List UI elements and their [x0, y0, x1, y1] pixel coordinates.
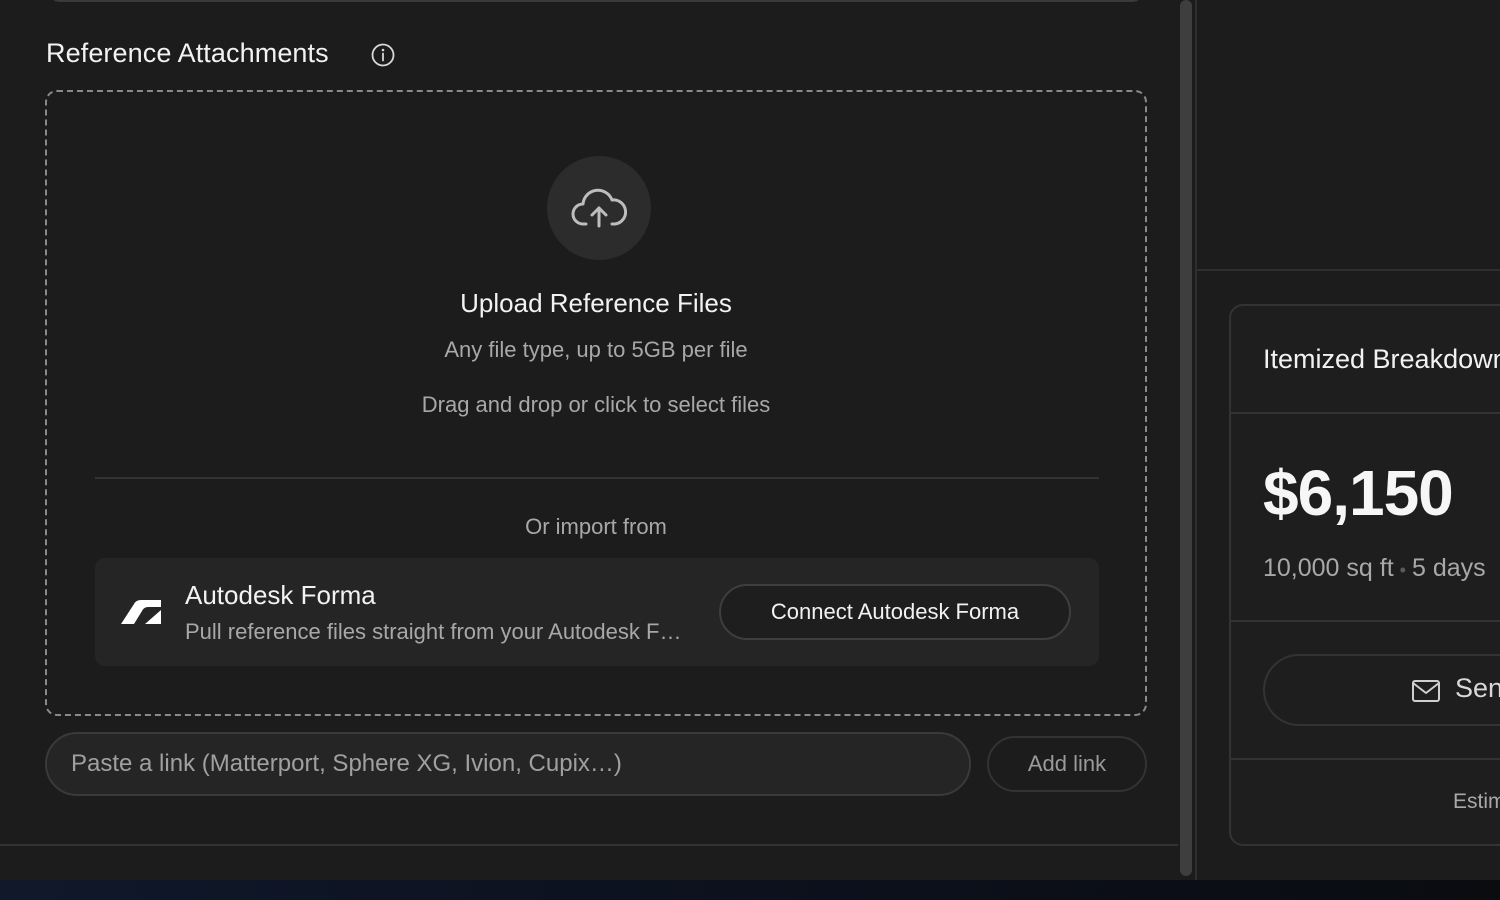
import-label: Or import from: [525, 514, 667, 539]
desktop-background: [0, 880, 1500, 900]
send-button[interactable]: Send: [1263, 654, 1500, 726]
send-label: Send: [1455, 673, 1500, 703]
upload-dropzone[interactable]: Upload Reference Files Any file type, up…: [45, 90, 1147, 716]
upload-subtitle: Any file type, up to 5GB per file: [444, 337, 748, 362]
integration-description: Pull reference files straight from your …: [185, 619, 691, 644]
previous-field-edge: [48, 0, 1144, 2]
total-price: $6,150: [1263, 457, 1454, 529]
estimate-label: Estimate: [1453, 790, 1500, 813]
cloud-upload-icon: [571, 188, 627, 228]
estimate-meta: 10,000 sq ft • 5 days: [1263, 554, 1486, 583]
attachments-panel: Reference Attachments Upload Reference F…: [0, 0, 1180, 880]
summary-panel: Itemized Breakdown $6,150 10,000 sq ft • 5…: [1197, 0, 1500, 880]
divider: [95, 477, 1099, 479]
integration-name: Autodesk Forma: [185, 580, 376, 610]
itemized-breakdown-card: Itemized Breakdown $6,150 10,000 sq ft • 5…: [1229, 304, 1500, 846]
app-window: Reference Attachments Upload Reference F…: [0, 0, 1500, 880]
upload-title: Upload Reference Files: [460, 288, 732, 318]
section-title: Reference Attachments: [46, 38, 329, 68]
link-input[interactable]: [45, 732, 971, 796]
card-divider: [1231, 412, 1500, 414]
add-link-button[interactable]: Add link: [987, 736, 1147, 792]
panel-bottom-border: [0, 844, 1180, 846]
separator-dot: •: [1399, 560, 1406, 580]
upload-hint: Drag and drop or click to select files: [421, 392, 771, 417]
autodesk-forma-logo: [121, 600, 161, 624]
info-icon[interactable]: [370, 42, 396, 68]
summary-top-border: [1197, 269, 1500, 271]
card-title: Itemized Breakdown: [1263, 344, 1500, 374]
area-value: 10,000 sq ft: [1263, 554, 1394, 582]
scrollbar-thumb[interactable]: [1180, 0, 1192, 876]
connect-autodesk-forma-button[interactable]: Connect Autodesk Forma: [719, 584, 1071, 640]
autodesk-forma-integration: Autodesk Forma Pull reference files stra…: [95, 558, 1099, 666]
duration-value: 5 days: [1411, 554, 1486, 582]
upload-icon-circle: [547, 156, 651, 260]
mail-icon: [1412, 680, 1440, 702]
card-divider: [1231, 620, 1500, 622]
card-divider: [1231, 758, 1500, 760]
